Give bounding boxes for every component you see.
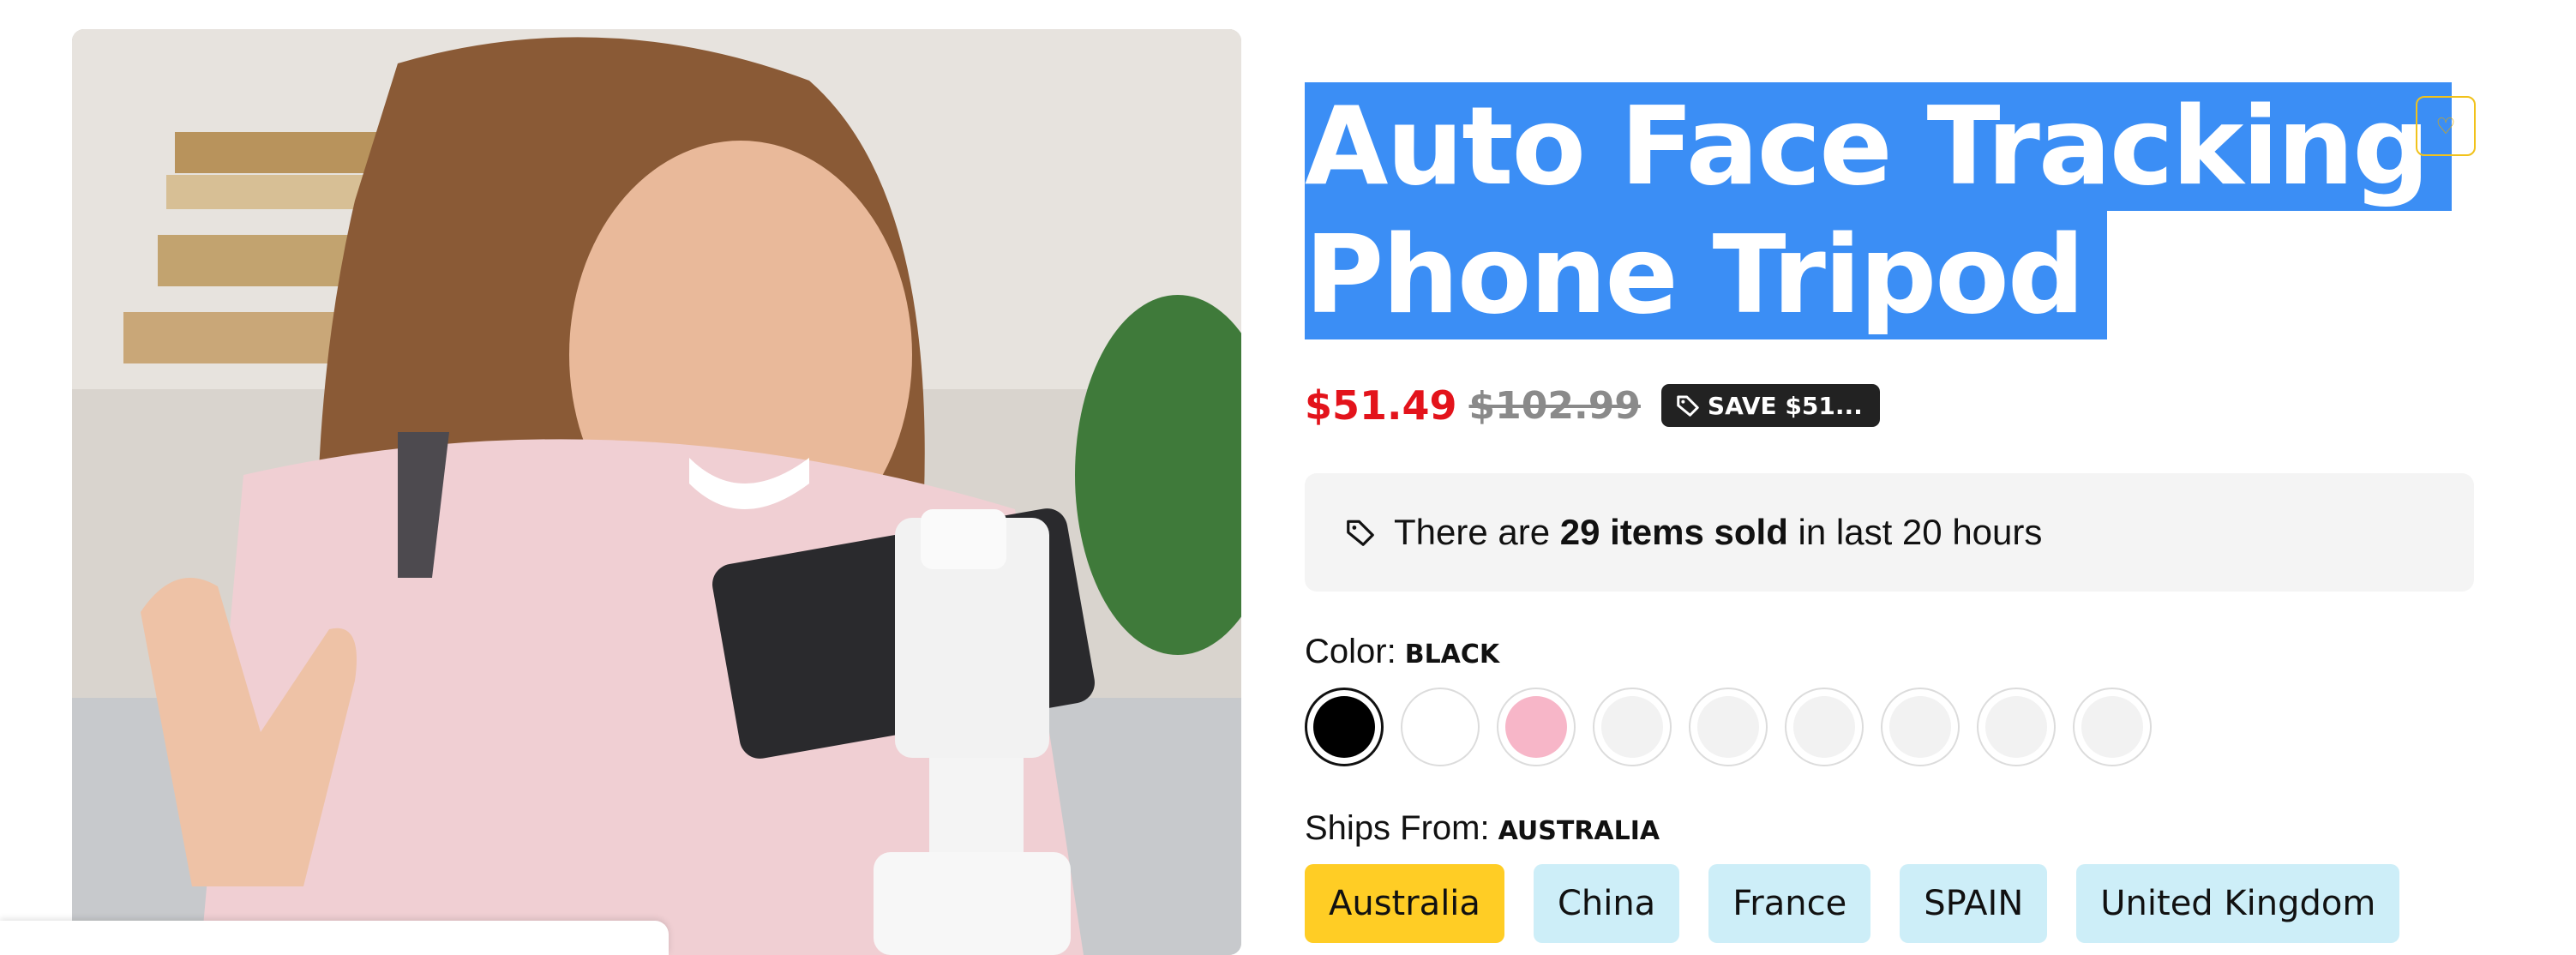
color-swatch[interactable] xyxy=(1977,688,2056,766)
ships-option-button[interactable]: France xyxy=(1708,864,1871,943)
thumbnail-strip xyxy=(0,921,669,955)
color-swatch-dot xyxy=(1697,696,1759,758)
color-swatch-dot xyxy=(1601,696,1663,758)
color-label-row: Color: BLACK xyxy=(1305,633,1499,671)
product-title-line2: Phone Tripod xyxy=(1305,211,2108,339)
color-swatch-dot xyxy=(1409,696,1471,758)
ships-label-row: Ships From: AUSTRALIA xyxy=(1305,809,1660,848)
ships-option-button[interactable]: Australia xyxy=(1305,864,1504,943)
color-swatch-dot xyxy=(1889,696,1951,758)
color-swatch-dot xyxy=(1793,696,1855,758)
ships-option-button[interactable]: China xyxy=(1533,864,1680,943)
title-wrap: Auto Face Tracking Phone Tripod ♡ xyxy=(1305,82,2476,339)
color-swatch[interactable] xyxy=(1689,688,1768,766)
color-swatch[interactable] xyxy=(1785,688,1864,766)
ships-selected-value: AUSTRALIA xyxy=(1498,816,1660,846)
ships-options: Australia China France SPAIN United Kingdom xyxy=(1305,864,2400,943)
heart-icon: ♡ xyxy=(2435,112,2456,139)
price-row: $51.49 $102.99 SAVE $51... xyxy=(1305,382,1880,429)
color-swatch[interactable] xyxy=(1881,688,1960,766)
ships-option-button[interactable]: SPAIN xyxy=(1900,864,2048,943)
product-photo xyxy=(72,29,1241,955)
sold-count: 29 items sold xyxy=(1559,512,1788,552)
color-swatch-dot xyxy=(1313,696,1375,758)
tag-icon xyxy=(1347,520,1374,546)
sold-suffix: in last 20 hours xyxy=(1798,512,2043,552)
sold-prefix: There are xyxy=(1394,512,1551,552)
product-info: Auto Face Tracking Phone Tripod ♡ xyxy=(1305,82,2476,339)
sale-price: $51.49 xyxy=(1305,382,1457,429)
original-price: $102.99 xyxy=(1468,383,1641,428)
color-swatch-dot xyxy=(1505,696,1567,758)
color-label: Color: xyxy=(1305,633,1396,670)
ships-option-button[interactable]: United Kingdom xyxy=(2076,864,2400,943)
tag-icon xyxy=(1677,395,1699,417)
sold-info-box: There are 29 items sold in last 20 hours xyxy=(1305,473,2474,592)
color-swatch[interactable] xyxy=(2073,688,2152,766)
color-swatches xyxy=(1305,688,2152,766)
color-swatch[interactable] xyxy=(1305,688,1384,766)
color-swatch-dot xyxy=(1985,696,2047,758)
ships-label: Ships From: xyxy=(1305,809,1490,847)
product-image[interactable] xyxy=(72,29,1241,955)
save-badge-text: SAVE $51... xyxy=(1707,391,1863,420)
color-swatch-dot xyxy=(2081,696,2143,758)
wishlist-button[interactable]: ♡ xyxy=(2416,96,2476,156)
color-swatch[interactable] xyxy=(1497,688,1576,766)
color-swatch[interactable] xyxy=(1401,688,1480,766)
color-selected-value: BLACK xyxy=(1404,640,1500,670)
save-badge: SAVE $51... xyxy=(1660,384,1880,427)
color-swatch[interactable] xyxy=(1593,688,1672,766)
product-title-line1: Auto Face Tracking xyxy=(1305,82,2453,211)
product-title: Auto Face Tracking Phone Tripod xyxy=(1305,82,2474,339)
